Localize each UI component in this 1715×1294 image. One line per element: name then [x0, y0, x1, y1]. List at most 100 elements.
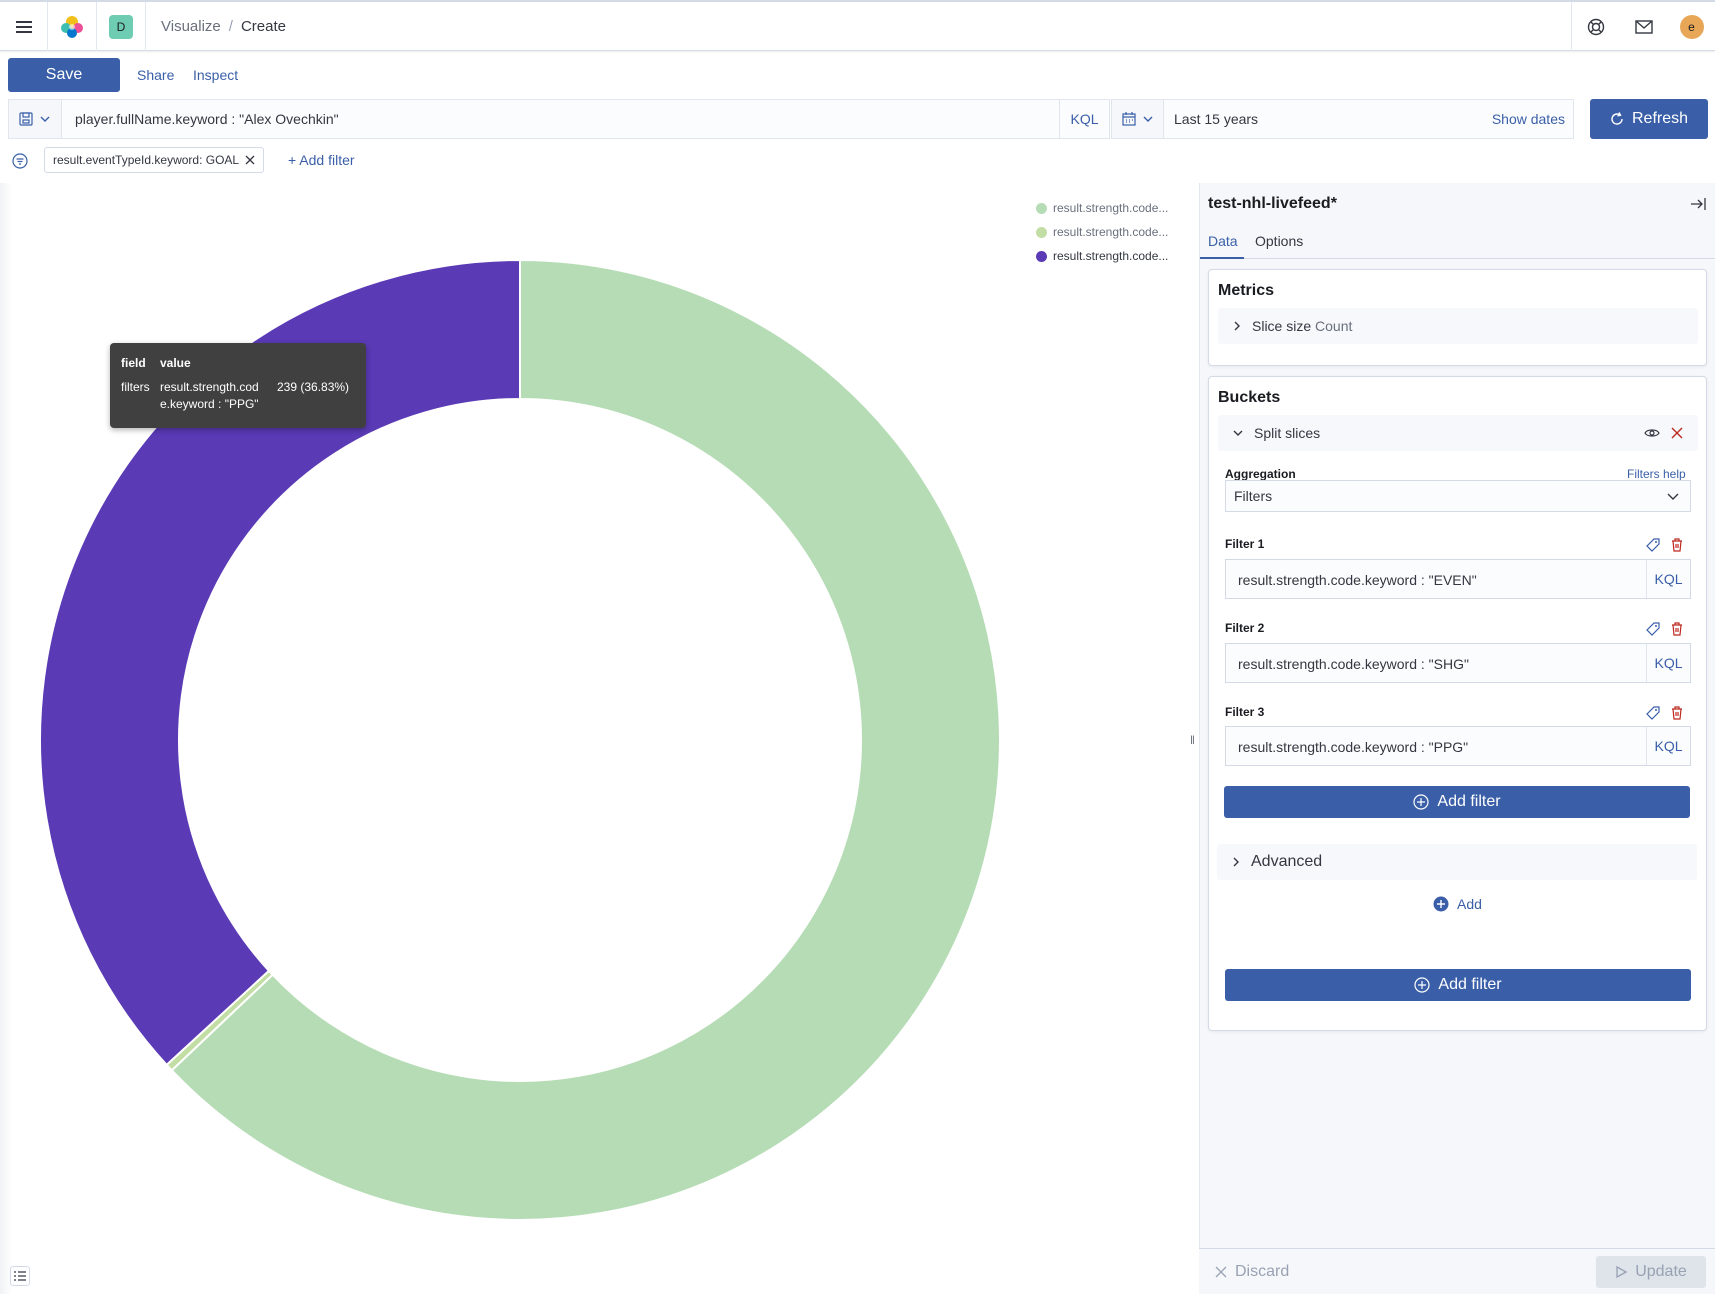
delete-filter-button[interactable] — [1669, 621, 1685, 637]
legend-toggle-button[interactable] — [10, 1266, 30, 1286]
tooltip-value-line1: result.strength.cod — [160, 380, 259, 394]
filters-help-link[interactable]: Filters help — [1627, 467, 1686, 481]
filter-query-text: result.strength.code.keyword : "PPG" — [1238, 739, 1469, 755]
update-button[interactable]: Update — [1596, 1256, 1706, 1288]
filter-label: Filter 2 — [1225, 621, 1265, 635]
refresh-label: Refresh — [1631, 110, 1689, 127]
split-slices-label: Split slices — [1254, 425, 1321, 441]
add-filter-label: Add filter — [1437, 793, 1501, 810]
filter-pill-label: result.eventTypeId.keyword: GOAL — [53, 153, 240, 167]
tab-data[interactable]: Data — [1208, 233, 1238, 249]
share-link[interactable]: Share — [137, 67, 174, 83]
chevron-right-icon — [1233, 857, 1239, 867]
discard-button[interactable]: Discard — [1215, 1263, 1289, 1281]
split-slices-accordion[interactable]: Split slices — [1218, 415, 1698, 451]
index-pattern-title: test-nhl-livefeed* — [1208, 195, 1337, 212]
plus-circle-icon — [1413, 794, 1430, 810]
space-avatar: D — [109, 14, 133, 39]
refresh-button[interactable]: Refresh — [1590, 99, 1708, 139]
chevron-right-icon — [1234, 321, 1240, 331]
label-filter-button[interactable] — [1645, 705, 1661, 721]
sidebar-tabs: Data Options — [1200, 223, 1715, 259]
resize-handle[interactable]: ǁ — [1190, 733, 1195, 747]
legend-item[interactable]: result.strength.code... — [1036, 244, 1186, 268]
sidebar-footer: Discard Update — [1199, 1248, 1715, 1294]
filter-options-icon[interactable] — [12, 153, 28, 169]
save-button[interactable]: Save — [8, 58, 120, 92]
tooltip-header-field: field — [121, 356, 146, 370]
quick-select-button[interactable] — [1112, 100, 1164, 138]
filter-language-button[interactable]: KQL — [1646, 727, 1690, 765]
add-filter-button[interactable]: Add filter — [1224, 786, 1690, 818]
editor-sidebar: test-nhl-livefeed* Data Options Metrics … — [1199, 183, 1715, 1294]
user-menu-button[interactable]: e — [1668, 2, 1715, 51]
close-icon — [1215, 1266, 1227, 1278]
mail-icon — [1634, 19, 1653, 34]
newsfeed-button[interactable] — [1620, 2, 1667, 51]
filter-language-button[interactable]: KQL — [1646, 644, 1690, 682]
tooltip-count: 239 (36.83%) — [277, 380, 350, 394]
filter-bar: result.eventTypeId.keyword: GOAL + Add f… — [0, 144, 1715, 176]
tab-options[interactable]: Options — [1255, 233, 1303, 249]
delete-filter-button[interactable] — [1669, 705, 1685, 721]
add-filter-button[interactable]: Add filter — [1225, 969, 1691, 1001]
eye-icon — [1644, 429, 1660, 437]
inspect-link[interactable]: Inspect — [193, 67, 238, 83]
add-bucket-button[interactable]: Add — [1208, 896, 1707, 912]
filter-language-button[interactable]: KQL — [1646, 560, 1690, 598]
collapse-sidebar-icon[interactable] — [1690, 197, 1706, 211]
query-language-button[interactable]: KQL — [1059, 100, 1109, 138]
trash-icon — [1672, 538, 1682, 552]
show-dates-link[interactable]: Show dates — [1492, 111, 1565, 127]
hamburger-icon — [15, 20, 32, 33]
filter-query-input[interactable]: result.strength.code.keyword : "PPG" KQL — [1225, 726, 1691, 766]
legend-label: result.strength.code... — [1053, 249, 1169, 263]
refresh-icon — [1611, 112, 1623, 125]
help-menu-button[interactable] — [1572, 2, 1620, 51]
toggle-visibility-button[interactable] — [1644, 425, 1660, 441]
filter-query-input[interactable]: result.strength.code.keyword : "EVEN" KQ… — [1225, 559, 1691, 599]
calendar-icon — [1121, 112, 1136, 126]
legend-item[interactable]: result.strength.code... — [1036, 196, 1186, 220]
breadcrumb: Visualize / Create — [161, 2, 286, 51]
hamburger-menu-button[interactable] — [0, 2, 47, 51]
breadcrumb-visualize[interactable]: Visualize — [161, 18, 221, 35]
legend-item[interactable]: result.strength.code... — [1036, 220, 1186, 244]
label-filter-button[interactable] — [1645, 537, 1661, 553]
close-icon[interactable] — [245, 155, 255, 165]
chevron-down-icon — [1143, 116, 1152, 122]
delete-filter-button[interactable] — [1669, 537, 1685, 553]
tag-icon — [1646, 538, 1660, 552]
legend-label: result.strength.code... — [1053, 225, 1169, 239]
saved-query-button[interactable] — [9, 100, 62, 138]
space-selector[interactable]: D — [97, 2, 145, 51]
tooltip-value-line2: e.keyword : "PPG" — [160, 397, 259, 411]
add-filter-link[interactable]: + Add filter — [288, 152, 355, 168]
plus-circle-icon — [1414, 977, 1431, 993]
query-bar: player.fullName.keyword : "Alex Ovechkin… — [8, 99, 1110, 139]
metrics-panel: Metrics Slice size Count — [1208, 269, 1707, 366]
tooltip-header-value: value — [160, 356, 191, 370]
aggregation-select[interactable]: Filters — [1225, 480, 1691, 512]
query-input[interactable]: player.fullName.keyword : "Alex Ovechkin… — [75, 111, 339, 127]
chevron-down-icon — [1667, 493, 1679, 500]
time-range-label[interactable]: Last 15 years — [1174, 111, 1258, 127]
tag-icon — [1646, 622, 1660, 636]
filter-pill[interactable]: result.eventTypeId.keyword: GOAL — [44, 147, 265, 173]
advanced-label: Advanced — [1251, 853, 1323, 870]
legend-color-dot — [1036, 226, 1047, 238]
add-filter-label: Add filter — [1438, 976, 1502, 993]
list-icon — [14, 1271, 26, 1281]
tooltip-field: filters — [121, 380, 150, 394]
filter-query-input[interactable]: result.strength.code.keyword : "SHG" KQL — [1225, 643, 1691, 683]
chevron-down-icon — [40, 116, 50, 122]
elastic-logo — [61, 15, 83, 38]
metric-slice-size[interactable]: Slice size Count — [1218, 308, 1698, 344]
help-icon — [1587, 18, 1605, 35]
breadcrumb-separator: / — [228, 18, 233, 35]
advanced-accordion[interactable]: Advanced — [1217, 844, 1697, 880]
label-filter-button[interactable] — [1645, 621, 1661, 637]
home-logo-link[interactable] — [48, 2, 96, 51]
remove-bucket-button[interactable] — [1669, 425, 1685, 441]
close-icon — [1671, 427, 1683, 439]
